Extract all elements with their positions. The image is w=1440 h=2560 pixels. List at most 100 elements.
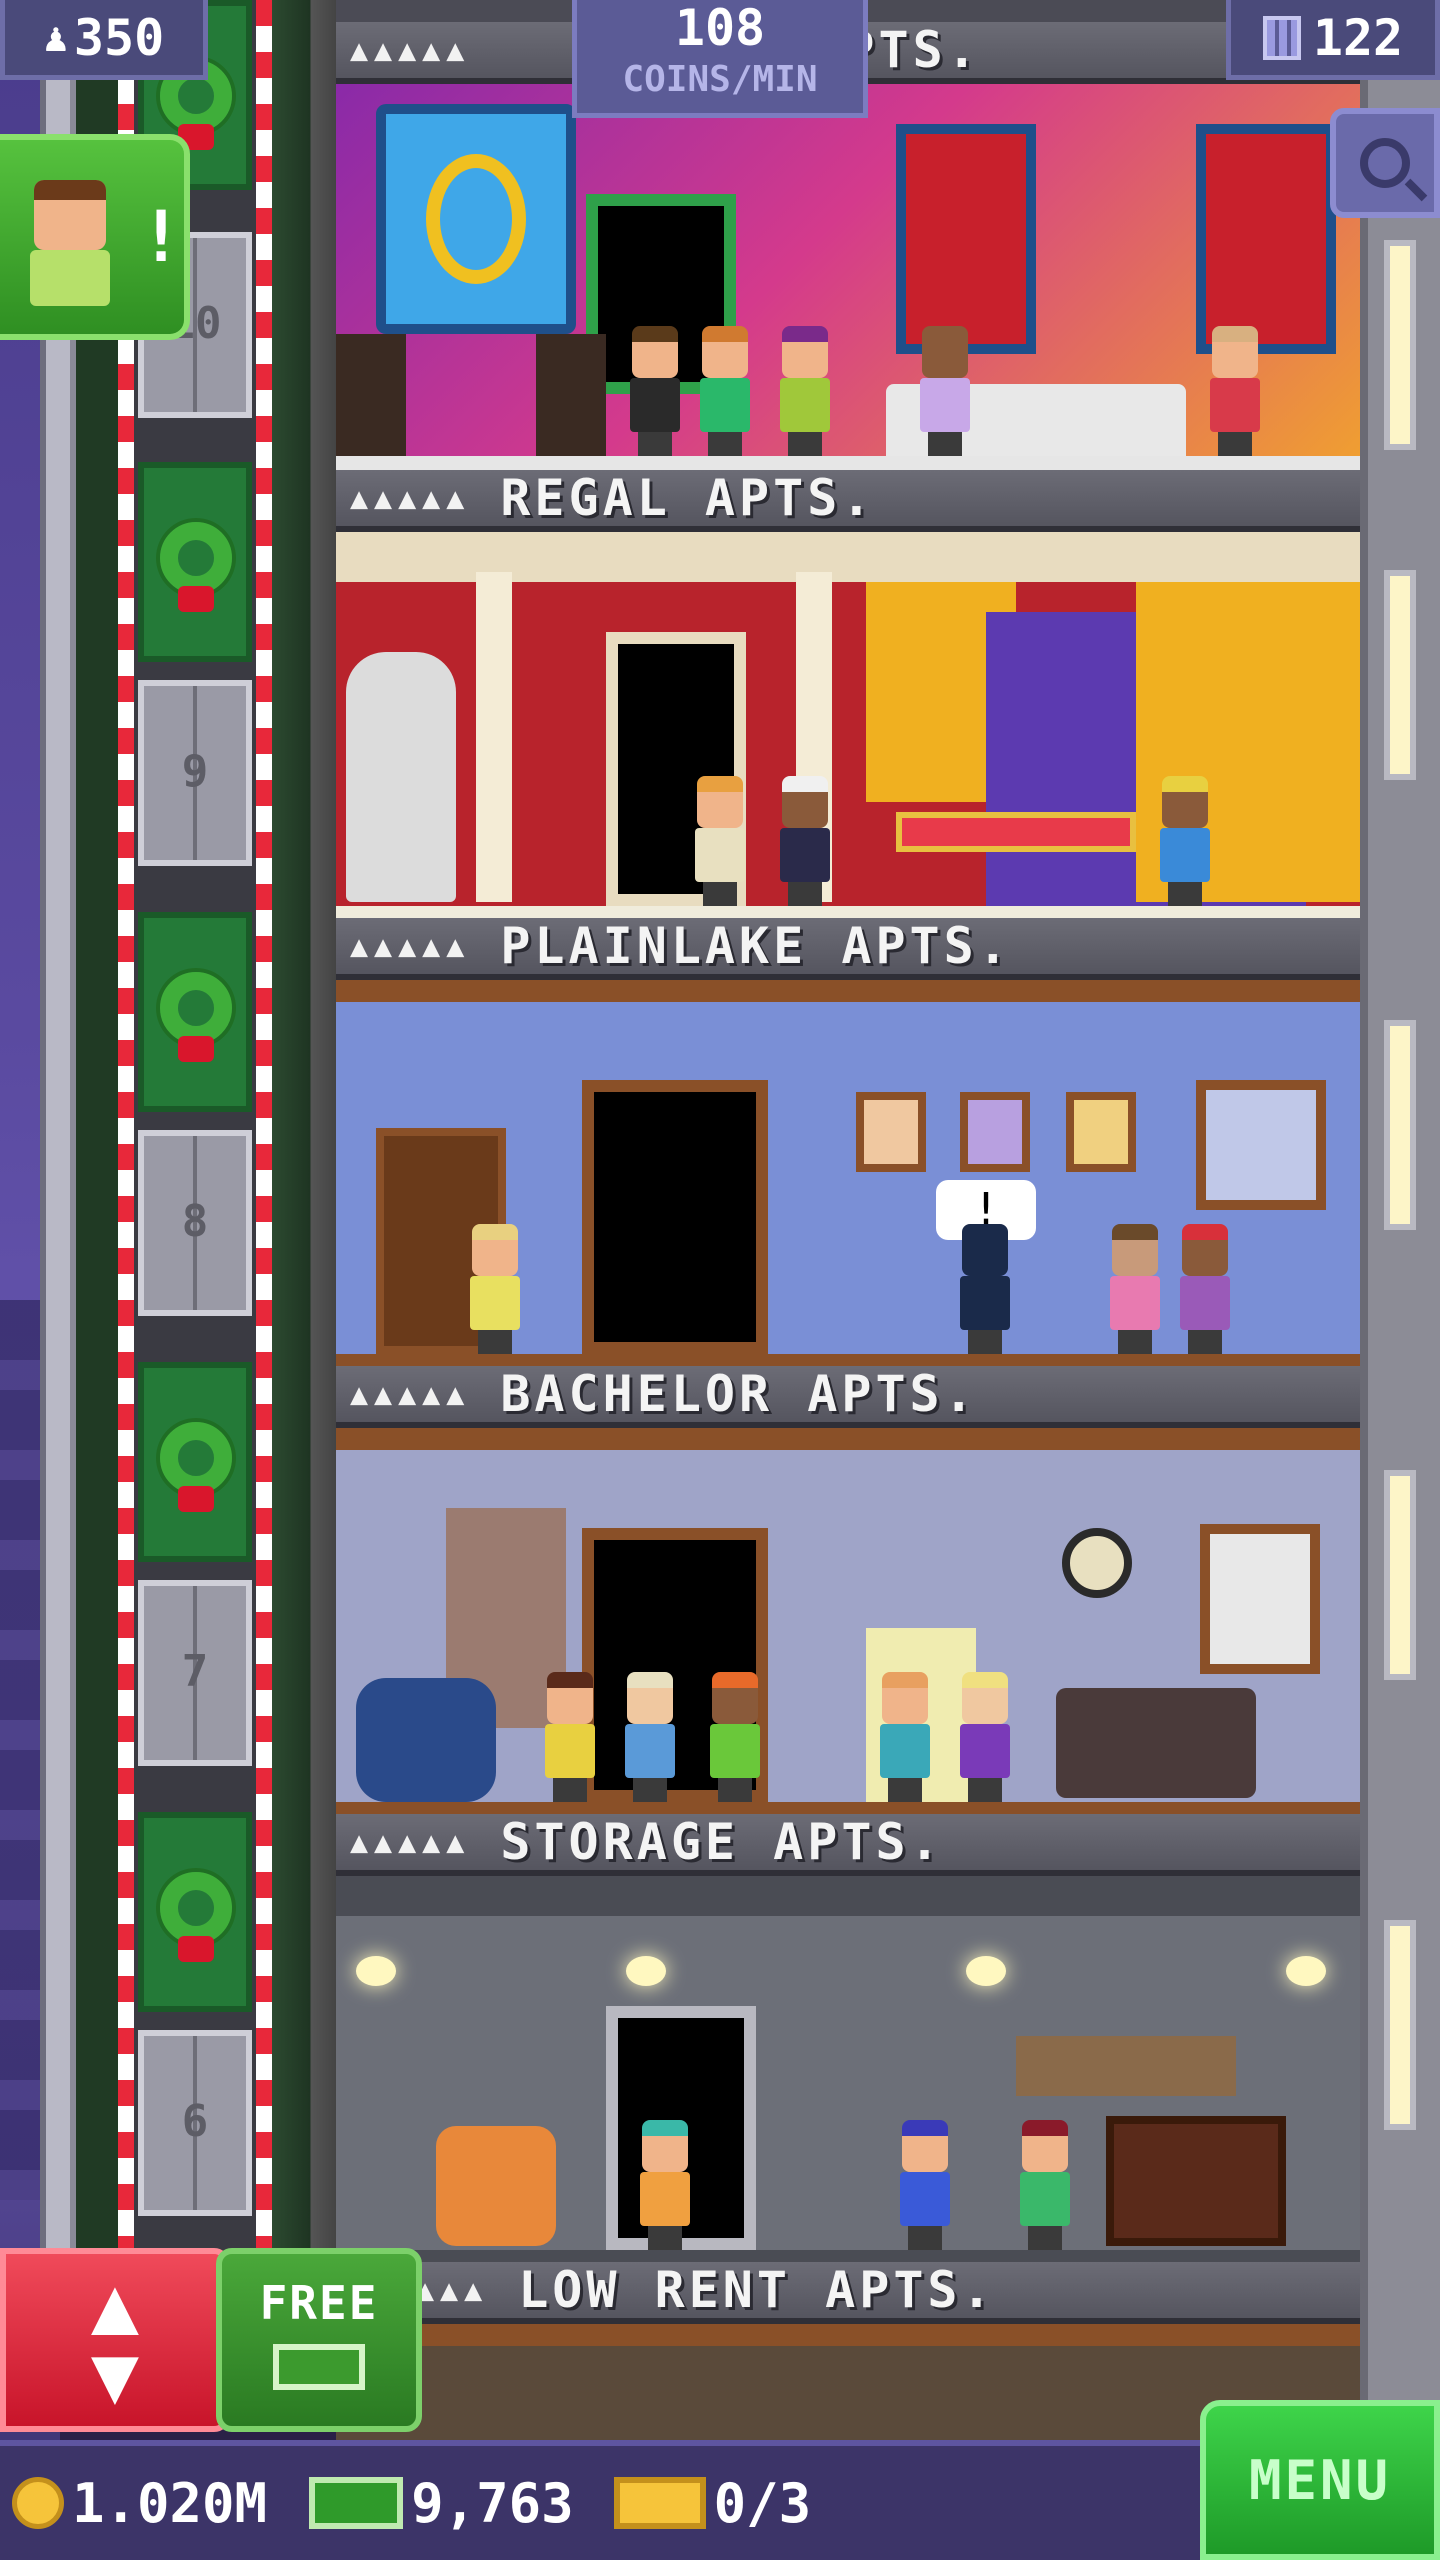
- wreath-icon: [160, 522, 232, 594]
- search-button[interactable]: [1330, 108, 1440, 218]
- tenant[interactable]: [896, 2120, 954, 2250]
- armchair: [436, 2126, 556, 2246]
- tenant-body: [780, 828, 830, 882]
- bow-icon: [178, 1486, 214, 1512]
- tenant-legs: [1188, 1330, 1222, 1354]
- column: [476, 572, 512, 902]
- floor-plainlake-apts[interactable]: ▲▲▲▲▲ PLAINLAKE APTS. !: [336, 917, 1360, 1368]
- tenant-legs: [788, 432, 822, 456]
- elevator-floor-number: 9: [181, 746, 209, 797]
- elevator-door-wreath[interactable]: [138, 1362, 252, 1562]
- old-tv: [1106, 2116, 1286, 2246]
- golden-ticket-icon: [613, 2477, 706, 2529]
- floor-stars: ▲▲▲▲▲: [350, 928, 471, 964]
- tenant-body: [470, 1276, 520, 1330]
- tenant-head: [702, 326, 748, 378]
- tenant[interactable]: [466, 1224, 524, 1354]
- floor-label: ▲▲▲ LOW RENT APTS.: [336, 2261, 1360, 2324]
- elevator-shaft-frame: [272, 0, 336, 2270]
- tenant-body: [1210, 378, 1260, 432]
- menu-label: MENU: [1248, 2448, 1392, 2512]
- union-jack-panel: [1196, 124, 1336, 354]
- elevator-floor-number: 6: [181, 2096, 209, 2147]
- tenant-head: [472, 1224, 518, 1276]
- floor-bachelor-apts[interactable]: ▲▲▲▲▲ BACHELOR APTS.: [336, 1365, 1360, 1816]
- elevator-floor-8[interactable]: 8: [138, 1130, 252, 1316]
- elevator-floor-9[interactable]: 9: [138, 680, 252, 866]
- tenant[interactable]: [541, 1672, 599, 1802]
- floor-storage-apts[interactable]: ▲▲▲▲▲ STORAGE APTS.: [336, 1813, 1360, 2264]
- elevator-floor-6[interactable]: 6: [138, 2030, 252, 2216]
- tenant-batman[interactable]: [956, 1224, 1014, 1354]
- tenant[interactable]: [916, 326, 974, 456]
- picture-frame: [856, 1092, 926, 1172]
- floor-stars: ▲▲▲▲▲: [350, 32, 471, 68]
- elevator-door-wreath[interactable]: [138, 462, 252, 662]
- tenant[interactable]: [696, 326, 754, 456]
- statue: [346, 652, 456, 902]
- side-window: [1384, 1020, 1416, 1230]
- elevator-door-wreath[interactable]: [138, 912, 252, 1112]
- tenant[interactable]: [776, 776, 834, 906]
- wreath-icon: [160, 1422, 232, 1494]
- tenant[interactable]: [876, 1672, 934, 1802]
- tenant-head: [882, 1672, 928, 1724]
- tenant-head: [547, 1672, 593, 1724]
- tenant-legs: [718, 1778, 752, 1802]
- bow-icon: [178, 586, 214, 612]
- tenant-head: [627, 1672, 673, 1724]
- ceiling-trim: [336, 980, 1360, 1002]
- bux-icon: [309, 2477, 404, 2529]
- tenant-notification-button[interactable]: !: [0, 134, 190, 340]
- tenant[interactable]: [1156, 776, 1214, 906]
- candy-cane-stripe-right: [256, 0, 272, 2270]
- floor-name: BACHELOR APTS.: [500, 1365, 978, 1423]
- tenant[interactable]: [956, 1672, 1014, 1802]
- tenant[interactable]: [1106, 1224, 1164, 1354]
- population-counter[interactable]: ♟ 350: [0, 0, 208, 80]
- room-door: [582, 1080, 768, 1354]
- tenant[interactable]: [691, 776, 749, 906]
- menu-button[interactable]: MENU: [1200, 2400, 1440, 2560]
- bow-icon: [178, 1936, 214, 1962]
- free-bux-button[interactable]: FREE: [216, 2248, 422, 2432]
- tenant-legs: [553, 1778, 587, 1802]
- room-interior: [336, 84, 1360, 470]
- floor-name: REGAL APTS.: [500, 469, 876, 527]
- ceiling-light: [356, 1956, 396, 1986]
- tenant[interactable]: [636, 2120, 694, 2250]
- coin-icon: [12, 2477, 64, 2529]
- tenant-body: [780, 378, 830, 432]
- elevator-floor-7[interactable]: 7: [138, 1580, 252, 1766]
- ceiling-trim: [336, 2324, 1360, 2346]
- tenant-body: [545, 1724, 595, 1778]
- building-icon: [1262, 15, 1301, 60]
- tenant[interactable]: [706, 1672, 764, 1802]
- tenant-legs: [888, 1778, 922, 1802]
- floor-stars: ▲▲▲▲▲: [350, 1824, 471, 1860]
- tenant-body: [630, 378, 680, 432]
- tenant[interactable]: [1176, 1224, 1234, 1354]
- elevator-door-wreath[interactable]: [138, 1812, 252, 2012]
- floor-counter[interactable]: 122: [1226, 0, 1440, 80]
- coins-per-min-value: 108: [674, 0, 766, 57]
- tenant[interactable]: [626, 326, 684, 456]
- tenant-body: [960, 1724, 1010, 1778]
- coins-per-minute[interactable]: 108 COINS/MIN: [572, 0, 868, 118]
- search-icon: [1360, 138, 1410, 188]
- tenant[interactable]: [1206, 326, 1264, 456]
- tenant-body: [1110, 1276, 1160, 1330]
- tenant-head: [1162, 776, 1208, 828]
- floor-regal-apts[interactable]: ▲▲▲▲▲ REGAL APTS.: [336, 469, 1360, 920]
- tenant-body: [960, 1276, 1010, 1330]
- coins-per-min-label: COINS/MIN: [622, 59, 818, 100]
- tenant-head: [962, 1672, 1008, 1724]
- tenant[interactable]: [621, 1672, 679, 1802]
- tenant-head: [1022, 2120, 1068, 2172]
- tenant-body: [695, 828, 745, 882]
- tenant-head: [782, 326, 828, 378]
- tenant-avatar-icon: [34, 180, 106, 250]
- elevator-button[interactable]: ▲ ▼: [0, 2248, 230, 2432]
- tenant[interactable]: [1016, 2120, 1074, 2250]
- tenant[interactable]: [776, 326, 834, 456]
